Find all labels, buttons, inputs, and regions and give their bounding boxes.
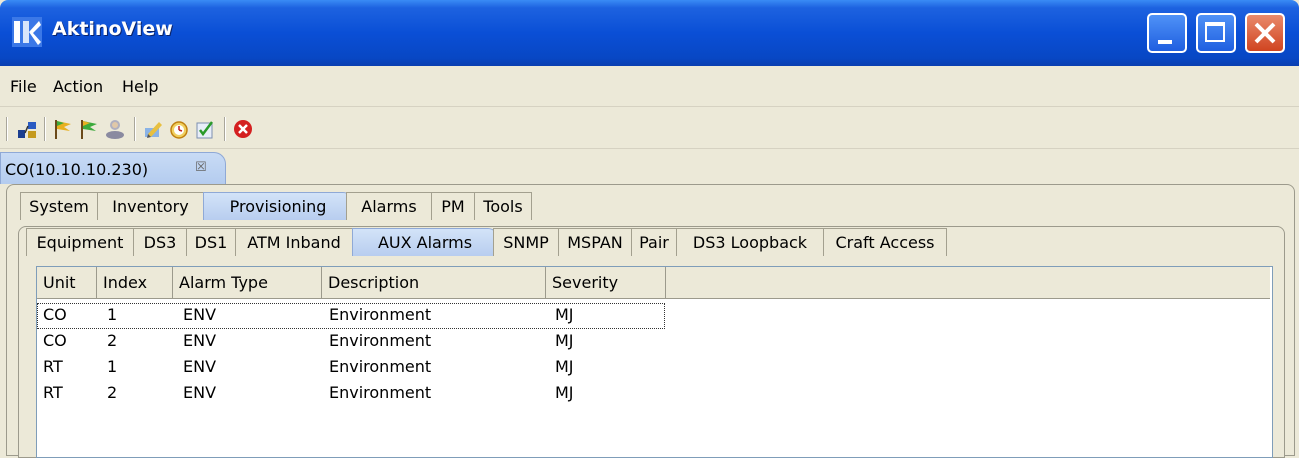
tab-provisioning[interactable]: Provisioning — [203, 192, 353, 220]
cell-description: Environment — [329, 305, 432, 324]
aux-alarms-table[interactable]: Unit Index Alarm Type Description Severi… — [36, 266, 1273, 458]
tab-label: DS3 — [143, 233, 177, 252]
tab-label: MSPAN — [567, 233, 623, 252]
cell-description: Environment — [329, 383, 432, 402]
cell-severity: MJ — [555, 383, 574, 402]
table-row[interactable]: CO 2 ENV Environment MJ — [37, 329, 665, 355]
table-row[interactable]: RT 1 ENV Environment MJ — [37, 355, 665, 381]
menu-action[interactable]: Action — [53, 77, 103, 96]
window-title: AktinoView — [52, 18, 173, 40]
cell-alarm-type: ENV — [183, 331, 217, 350]
cell-alarm-type: ENV — [183, 383, 217, 402]
cell-severity: MJ — [555, 331, 574, 350]
toolbar — [0, 108, 1299, 149]
cell-alarm-type: ENV — [183, 305, 217, 324]
tab-label: Inventory — [112, 197, 189, 216]
cell-description: Environment — [329, 357, 432, 376]
menu-help[interactable]: Help — [122, 77, 158, 96]
close-icon — [1254, 22, 1276, 44]
cell-severity: MJ — [555, 305, 574, 324]
cell-unit: RT — [43, 383, 63, 402]
tab-label: DS1 — [194, 233, 228, 252]
tab-label: SNMP — [503, 233, 549, 252]
cell-unit: CO — [43, 305, 67, 324]
menu-bar: File Action Help — [0, 68, 1299, 107]
cell-unit: RT — [43, 357, 63, 376]
edit-pencil-icon[interactable] — [142, 118, 164, 140]
column-header-alarm-type[interactable]: Alarm Type — [173, 267, 322, 299]
users-icon[interactable] — [104, 118, 126, 140]
tab-tools[interactable]: Tools — [474, 192, 532, 220]
tab-label: Tools — [483, 197, 523, 216]
table-row[interactable]: CO 1 ENV Environment MJ — [37, 303, 665, 329]
alarm-clock-icon[interactable] — [168, 118, 190, 140]
tab-label: DS3 Loopback — [692, 233, 808, 252]
tab-mspan[interactable]: MSPAN — [558, 228, 632, 256]
tab-craft-access[interactable]: Craft Access — [823, 228, 947, 256]
aktino-logo-icon — [12, 17, 42, 47]
tab-ds3[interactable]: DS3 — [133, 228, 187, 256]
document-tab[interactable]: CO(10.10.10.230) ☒ — [0, 152, 226, 184]
app-window: AktinoView File Action Help CO(10.10.10.… — [0, 0, 1299, 458]
tab-label: Equipment — [36, 233, 124, 252]
cell-description: Environment — [329, 331, 432, 350]
checklist-icon[interactable] — [194, 118, 216, 140]
tab-label: Provisioning — [229, 197, 327, 216]
minimize-icon — [1158, 40, 1172, 44]
cell-index: 2 — [107, 383, 118, 402]
toolbar-separator — [44, 117, 46, 141]
tab-alarms[interactable]: Alarms — [346, 192, 432, 220]
close-button[interactable] — [1245, 13, 1285, 53]
tab-label: PM — [441, 197, 465, 216]
network-map-icon[interactable] — [16, 118, 38, 140]
tab-aux-alarms[interactable]: AUX Alarms — [352, 228, 498, 256]
menu-file[interactable]: File — [10, 77, 37, 96]
stop-icon[interactable] — [232, 118, 254, 140]
tab-pair[interactable]: Pair — [631, 228, 677, 256]
tab-atm-inband[interactable]: ATM Inband — [235, 228, 353, 256]
tab-equipment[interactable]: Equipment — [26, 228, 134, 256]
cell-index: 1 — [107, 305, 118, 324]
table-row[interactable]: RT 2 ENV Environment MJ — [37, 381, 665, 407]
tab-label: ATM Inband — [247, 233, 341, 252]
tab-system[interactable]: System — [20, 192, 98, 220]
column-header-description[interactable]: Description — [322, 267, 546, 299]
title-bar[interactable]: AktinoView — [0, 0, 1299, 66]
toolbar-separator — [134, 117, 136, 141]
cell-index: 2 — [107, 331, 118, 350]
document-tab-label: CO(10.10.10.230) — [5, 160, 149, 179]
cell-unit: CO — [43, 331, 67, 350]
column-header-index[interactable]: Index — [97, 267, 173, 299]
maximize-icon — [1205, 22, 1225, 42]
toolbar-separator — [224, 117, 226, 141]
document-tabstrip: CO(10.10.10.230) ☒ — [0, 150, 1299, 184]
tab-label: Pair — [639, 233, 669, 252]
tab-ds1[interactable]: DS1 — [186, 228, 236, 256]
column-header-unit[interactable]: Unit — [37, 267, 97, 299]
tab-snmp[interactable]: SNMP — [493, 228, 559, 256]
tab-inventory[interactable]: Inventory — [97, 192, 204, 220]
tab-close-icon[interactable]: ☒ — [195, 160, 207, 175]
tab-ds3-loopback[interactable]: DS3 Loopback — [676, 228, 824, 256]
flag-yellow-icon[interactable] — [78, 118, 100, 140]
tab-label: System — [29, 197, 89, 216]
minimize-button[interactable] — [1147, 13, 1187, 53]
cell-index: 1 — [107, 357, 118, 376]
toolbar-separator — [6, 117, 8, 141]
cell-severity: MJ — [555, 357, 574, 376]
tab-pm[interactable]: PM — [431, 192, 475, 220]
tab-label: Craft Access — [835, 233, 935, 252]
flag-green-icon[interactable] — [52, 118, 74, 140]
tab-label: AUX Alarms — [377, 233, 473, 252]
column-header-severity[interactable]: Severity — [546, 267, 666, 299]
column-header-filler — [666, 267, 1270, 299]
tab-label: Alarms — [361, 197, 417, 216]
maximize-button[interactable] — [1196, 13, 1236, 53]
cell-alarm-type: ENV — [183, 357, 217, 376]
